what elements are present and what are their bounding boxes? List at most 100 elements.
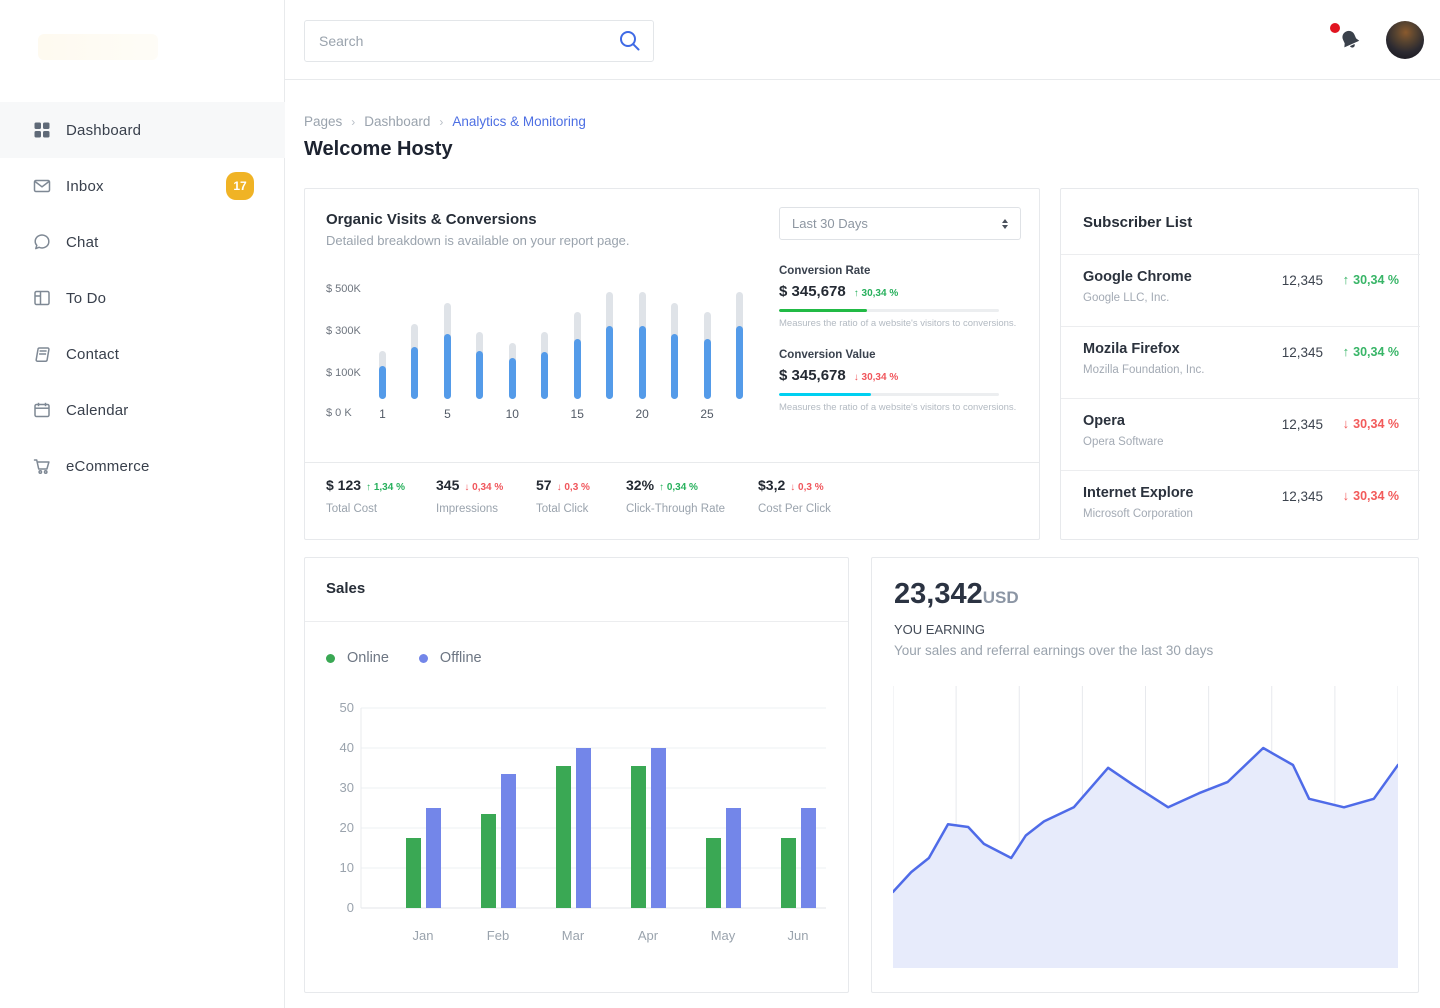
conversion-rate-change: ↑ 30,34 % — [854, 288, 898, 299]
conversion-rate-fill — [779, 309, 867, 312]
date-range-value: Last 30 Days — [792, 216, 1002, 231]
svg-text:0: 0 — [347, 900, 354, 915]
organic-bar — [639, 292, 646, 399]
arrow-up-icon: ↑ — [854, 288, 859, 299]
organic-bar — [606, 292, 613, 399]
sidebar-nav: Dashboard Inbox 17 Chat To Do — [0, 102, 285, 494]
conversion-rate-block: Conversion Rate $ 345,678↑ 30,34 % Measu… — [779, 265, 1021, 329]
organic-visits-card: Organic Visits & Conversions Detailed br… — [304, 188, 1040, 540]
card-title: Subscriber List — [1083, 214, 1192, 231]
online-dot-icon — [326, 654, 335, 663]
breadcrumb-pages[interactable]: Pages — [304, 114, 342, 129]
search-icon[interactable] — [617, 28, 643, 54]
kpi-stats-row: $ 123↑ 1,34 % Total Cost 345↓ 0,34 % Imp… — [305, 462, 1039, 539]
organic-y-axis: $ 500K$ 300K$ 100K$ 0 K — [326, 283, 374, 423]
sidebar-item-label: Contact — [66, 346, 119, 363]
chevron-right-icon: › — [351, 115, 355, 129]
arrow-up-icon: ↑ — [1343, 272, 1350, 287]
svg-text:Jan: Jan — [413, 928, 434, 943]
arrow-down-icon: ↓ — [1343, 488, 1350, 503]
subscriber-row-chrome[interactable]: Google Chrome Google LLC, Inc. 12,345 ↑3… — [1061, 254, 1420, 326]
organic-bar — [671, 303, 678, 399]
svg-text:20: 20 — [340, 820, 354, 835]
arrow-up-icon: ↑ — [659, 482, 664, 493]
earning-amount: 23,342USD — [894, 578, 1019, 611]
sidebar-item-chat[interactable]: Chat — [0, 214, 285, 270]
date-range-select[interactable]: Last 30 Days — [779, 207, 1021, 240]
organic-bar — [444, 303, 451, 399]
sidebar-item-contact[interactable]: Contact — [0, 326, 285, 382]
subscriber-row-opera[interactable]: Opera Opera Software 12,345 ↓30,34 % — [1061, 398, 1420, 470]
conversion-rate-value: $ 345,678↑ 30,34 % — [779, 283, 1021, 300]
conversion-rate-label: Conversion Rate — [779, 265, 1021, 277]
svg-text:Apr: Apr — [638, 928, 659, 943]
organic-bar — [736, 292, 743, 399]
arrow-down-icon: ↓ — [464, 482, 469, 493]
grid-icon — [32, 120, 52, 140]
subscriber-list-card: Subscriber List Google Chrome Google LLC… — [1060, 188, 1419, 540]
breadcrumb-dashboard[interactable]: Dashboard — [364, 114, 430, 129]
calendar-icon — [32, 400, 52, 420]
organic-bar — [379, 351, 386, 399]
sidebar-item-calendar[interactable]: Calendar — [0, 382, 285, 438]
legend-offline: Offline — [419, 650, 482, 666]
chevron-right-icon: › — [439, 115, 443, 129]
organic-bar — [704, 312, 711, 399]
sidebar-item-ecommerce[interactable]: eCommerce — [0, 438, 285, 494]
conversion-value-caption: Measures the ratio of a website's visito… — [779, 402, 1021, 413]
svg-text:50: 50 — [340, 700, 354, 715]
organic-bar — [509, 343, 516, 399]
sidebar-item-label: Chat — [66, 234, 99, 251]
arrow-up-icon: ↑ — [366, 482, 371, 493]
organic-bar — [574, 312, 581, 399]
sales-chart: 01020304050JanFebMarAprMayJun — [326, 698, 830, 950]
contact-icon — [32, 344, 52, 364]
offline-dot-icon — [419, 654, 428, 663]
conversion-value-label: Conversion Value — [779, 349, 1021, 361]
select-arrows-icon — [1002, 219, 1008, 229]
sidebar: Dashboard Inbox 17 Chat To Do — [0, 0, 285, 1008]
conversion-value-track — [779, 393, 999, 396]
app-logo — [38, 34, 158, 60]
conversion-value-fill — [779, 393, 871, 396]
conversion-rate-caption: Measures the ratio of a website's visito… — [779, 318, 1021, 329]
conversion-value-change: ↓ 30,34 % — [854, 372, 898, 383]
svg-text:Feb: Feb — [487, 928, 509, 943]
breadcrumb-analytics[interactable]: Analytics & Monitoring — [452, 114, 586, 129]
svg-text:Mar: Mar — [562, 928, 585, 943]
sidebar-item-label: Inbox — [66, 178, 104, 195]
notifications-button[interactable] — [1328, 18, 1372, 62]
earning-heading: YOU EARNING — [894, 622, 985, 637]
stat-total-click: 57↓ 0,3 % Total Click — [536, 477, 590, 515]
stat-impressions: 345↓ 0,34 % Impressions — [436, 477, 503, 515]
mail-icon — [32, 176, 52, 196]
subscriber-row-ie[interactable]: Internet Explore Microsoft Corporation 1… — [1061, 470, 1420, 542]
user-avatar[interactable] — [1386, 21, 1424, 59]
conversion-value-block: Conversion Value $ 345,678↓ 30,34 % Meas… — [779, 349, 1021, 413]
legend-online: Online — [326, 650, 389, 666]
sidebar-item-todo[interactable]: To Do — [0, 270, 285, 326]
stat-ctr: 32%↑ 0,34 % Click-Through Rate — [626, 477, 725, 515]
card-title: Organic Visits & Conversions — [326, 211, 537, 228]
page-title: Welcome Hosty — [304, 138, 453, 161]
sidebar-item-label: To Do — [66, 290, 106, 307]
organic-bar — [411, 324, 418, 399]
cart-icon — [32, 456, 52, 476]
earning-currency: USD — [983, 588, 1019, 607]
sidebar-item-label: Dashboard — [66, 122, 141, 139]
arrow-up-icon: ↑ — [1343, 344, 1350, 359]
arrow-down-icon: ↓ — [557, 482, 562, 493]
earning-subtitle: Your sales and referral earnings over th… — [894, 643, 1213, 658]
organic-bars — [379, 284, 743, 399]
sidebar-item-dashboard[interactable]: Dashboard — [0, 102, 285, 158]
card-subtitle: Detailed breakdown is available on your … — [326, 233, 630, 248]
search-input[interactable] — [305, 33, 617, 49]
sales-card: Sales Online Offline 01020304050JanFebMa… — [304, 557, 849, 993]
subscriber-row-firefox[interactable]: Mozila Firefox Mozilla Foundation, Inc. … — [1061, 326, 1420, 398]
sidebar-item-label: Calendar — [66, 402, 128, 419]
chat-icon — [32, 232, 52, 252]
arrow-down-icon: ↓ — [790, 482, 795, 493]
organic-x-axis: 1510152025 — [379, 407, 743, 423]
sidebar-item-inbox[interactable]: Inbox 17 — [0, 158, 285, 214]
svg-text:Jun: Jun — [788, 928, 809, 943]
